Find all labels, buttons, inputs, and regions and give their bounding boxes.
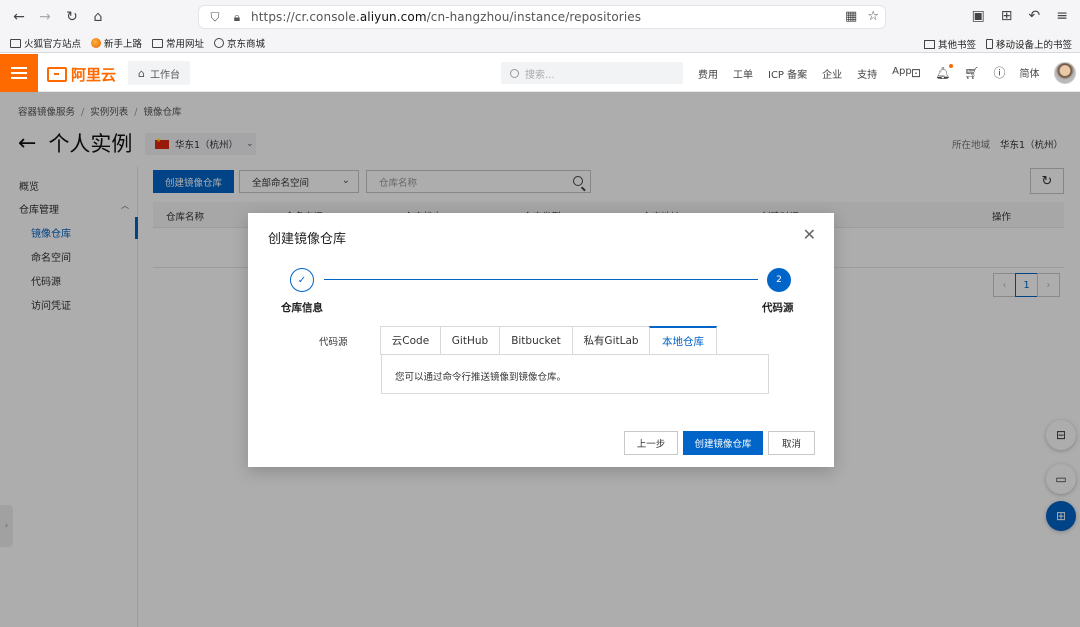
help-icon[interactable]: ⓘ bbox=[994, 64, 1006, 81]
mobile-bookmarks[interactable]: 移动设备上的书签 bbox=[985, 37, 1072, 51]
step-done-check-icon: ✓ bbox=[290, 268, 314, 292]
bookmark-item[interactable]: 新手上路 bbox=[91, 36, 142, 50]
tab-github[interactable]: GitHub bbox=[440, 326, 500, 355]
bookmark-item[interactable]: 京东商城 bbox=[214, 36, 265, 50]
home-icon[interactable]: ⌂ bbox=[89, 8, 107, 26]
folder-icon bbox=[152, 38, 164, 48]
lock-icon[interactable]: 🔒︎ bbox=[229, 9, 245, 25]
sidebar-toggle-icon[interactable]: ▣ bbox=[972, 8, 985, 24]
create-repo-submit-button[interactable]: 创建镜像仓库 bbox=[683, 431, 763, 455]
field-label: 代码源 bbox=[319, 337, 348, 348]
language-switch[interactable]: 简体 bbox=[1020, 65, 1040, 80]
header-link-billing[interactable]: 费用 bbox=[698, 66, 718, 81]
create-repo-dialog: 创建镜像仓库 ✕ ✓ 2 仓库信息 代码源 代码源 云Code GitHub B… bbox=[248, 213, 834, 467]
bookmarks-bar: 火狐官方站点 新手上路 常用网址 京东商城 其他书签 移动设备上的书签 bbox=[0, 34, 1080, 53]
browser-toolbar: ← → ↻ ⌂ ⛉ 🔒︎ https://cr.console.aliyun.c… bbox=[0, 0, 1080, 34]
globe-icon bbox=[214, 38, 225, 48]
console-header: 阿里云 ⌂ 工作台 搜索... 费用 工单 ICP 备案 企业 支持 App ⊡… bbox=[0, 54, 1080, 92]
undo-icon[interactable]: ↶ bbox=[1029, 8, 1041, 24]
address-bar[interactable]: ⛉ 🔒︎ https://cr.console.aliyun.com/cn-ha… bbox=[198, 5, 886, 29]
bookmark-item[interactable]: 常用网址 bbox=[152, 36, 204, 50]
other-bookmarks[interactable]: 其他书签 bbox=[923, 37, 976, 51]
header-link-icp[interactable]: ICP 备案 bbox=[768, 66, 807, 81]
back-arrow-icon[interactable]: ← bbox=[10, 8, 28, 26]
folder-icon bbox=[10, 38, 21, 48]
tab-private-gitlab[interactable]: 私有GitLab bbox=[572, 326, 650, 355]
aliyun-logo[interactable]: 阿里云 bbox=[47, 64, 116, 85]
step-label: 代码源 bbox=[762, 302, 794, 314]
mobile-icon bbox=[985, 39, 993, 49]
avatar[interactable] bbox=[1054, 62, 1076, 84]
close-icon[interactable]: ✕ bbox=[803, 225, 816, 244]
tab-panel-text: 您可以通过命令行推送镜像到镜像仓库。 bbox=[381, 354, 769, 394]
header-link-app[interactable]: App bbox=[892, 66, 912, 81]
cancel-button[interactable]: 取消 bbox=[768, 431, 815, 455]
bell-icon[interactable]: 🔔︎ bbox=[935, 63, 954, 80]
folder-icon bbox=[923, 40, 935, 49]
header-search-input[interactable]: 搜索... bbox=[501, 62, 683, 84]
firefox-icon bbox=[91, 38, 102, 48]
bookmark-star-icon[interactable]: ☆ bbox=[867, 9, 879, 24]
search-icon bbox=[510, 68, 519, 78]
qr-code-icon[interactable]: ▦ bbox=[845, 9, 857, 24]
url-text: https://cr.console.aliyun.com/cn-hangzho… bbox=[251, 10, 642, 24]
terminal-icon[interactable]: ⊡ bbox=[911, 66, 921, 80]
reload-icon[interactable]: ↻ bbox=[63, 8, 81, 26]
home-icon: ⌂ bbox=[138, 66, 145, 80]
step-connector bbox=[324, 279, 758, 280]
shield-icon[interactable]: ⛉ bbox=[207, 9, 223, 25]
dialog-title: 创建镜像仓库 bbox=[268, 232, 347, 247]
step-current-number: 2 bbox=[767, 268, 791, 292]
workbench-button[interactable]: ⌂ 工作台 bbox=[128, 61, 190, 85]
header-link-ticket[interactable]: 工单 bbox=[733, 66, 753, 81]
header-link-enterprise[interactable]: 企业 bbox=[822, 66, 842, 81]
header-link-support[interactable]: 支持 bbox=[857, 66, 877, 81]
tab-yun-code[interactable]: 云Code bbox=[380, 326, 441, 355]
forward-arrow-icon[interactable]: → bbox=[36, 8, 54, 26]
step-label: 仓库信息 bbox=[281, 302, 323, 314]
hamburger-menu-icon[interactable]: ≡ bbox=[1056, 8, 1068, 24]
logo-icon bbox=[47, 67, 67, 82]
tab-local-repo[interactable]: 本地仓库 bbox=[649, 326, 717, 355]
bookmark-item[interactable]: 火狐官方站点 bbox=[10, 36, 81, 50]
code-source-tabs: 云Code GitHub Bitbucket 私有GitLab 本地仓库 bbox=[380, 326, 717, 355]
prev-step-button[interactable]: 上一步 bbox=[624, 431, 678, 455]
extension-icon[interactable]: ⊞ bbox=[1001, 8, 1013, 24]
menu-button[interactable] bbox=[0, 54, 38, 92]
tab-bitbucket[interactable]: Bitbucket bbox=[499, 326, 573, 355]
cart-icon[interactable]: 🛒︎ bbox=[964, 66, 979, 80]
